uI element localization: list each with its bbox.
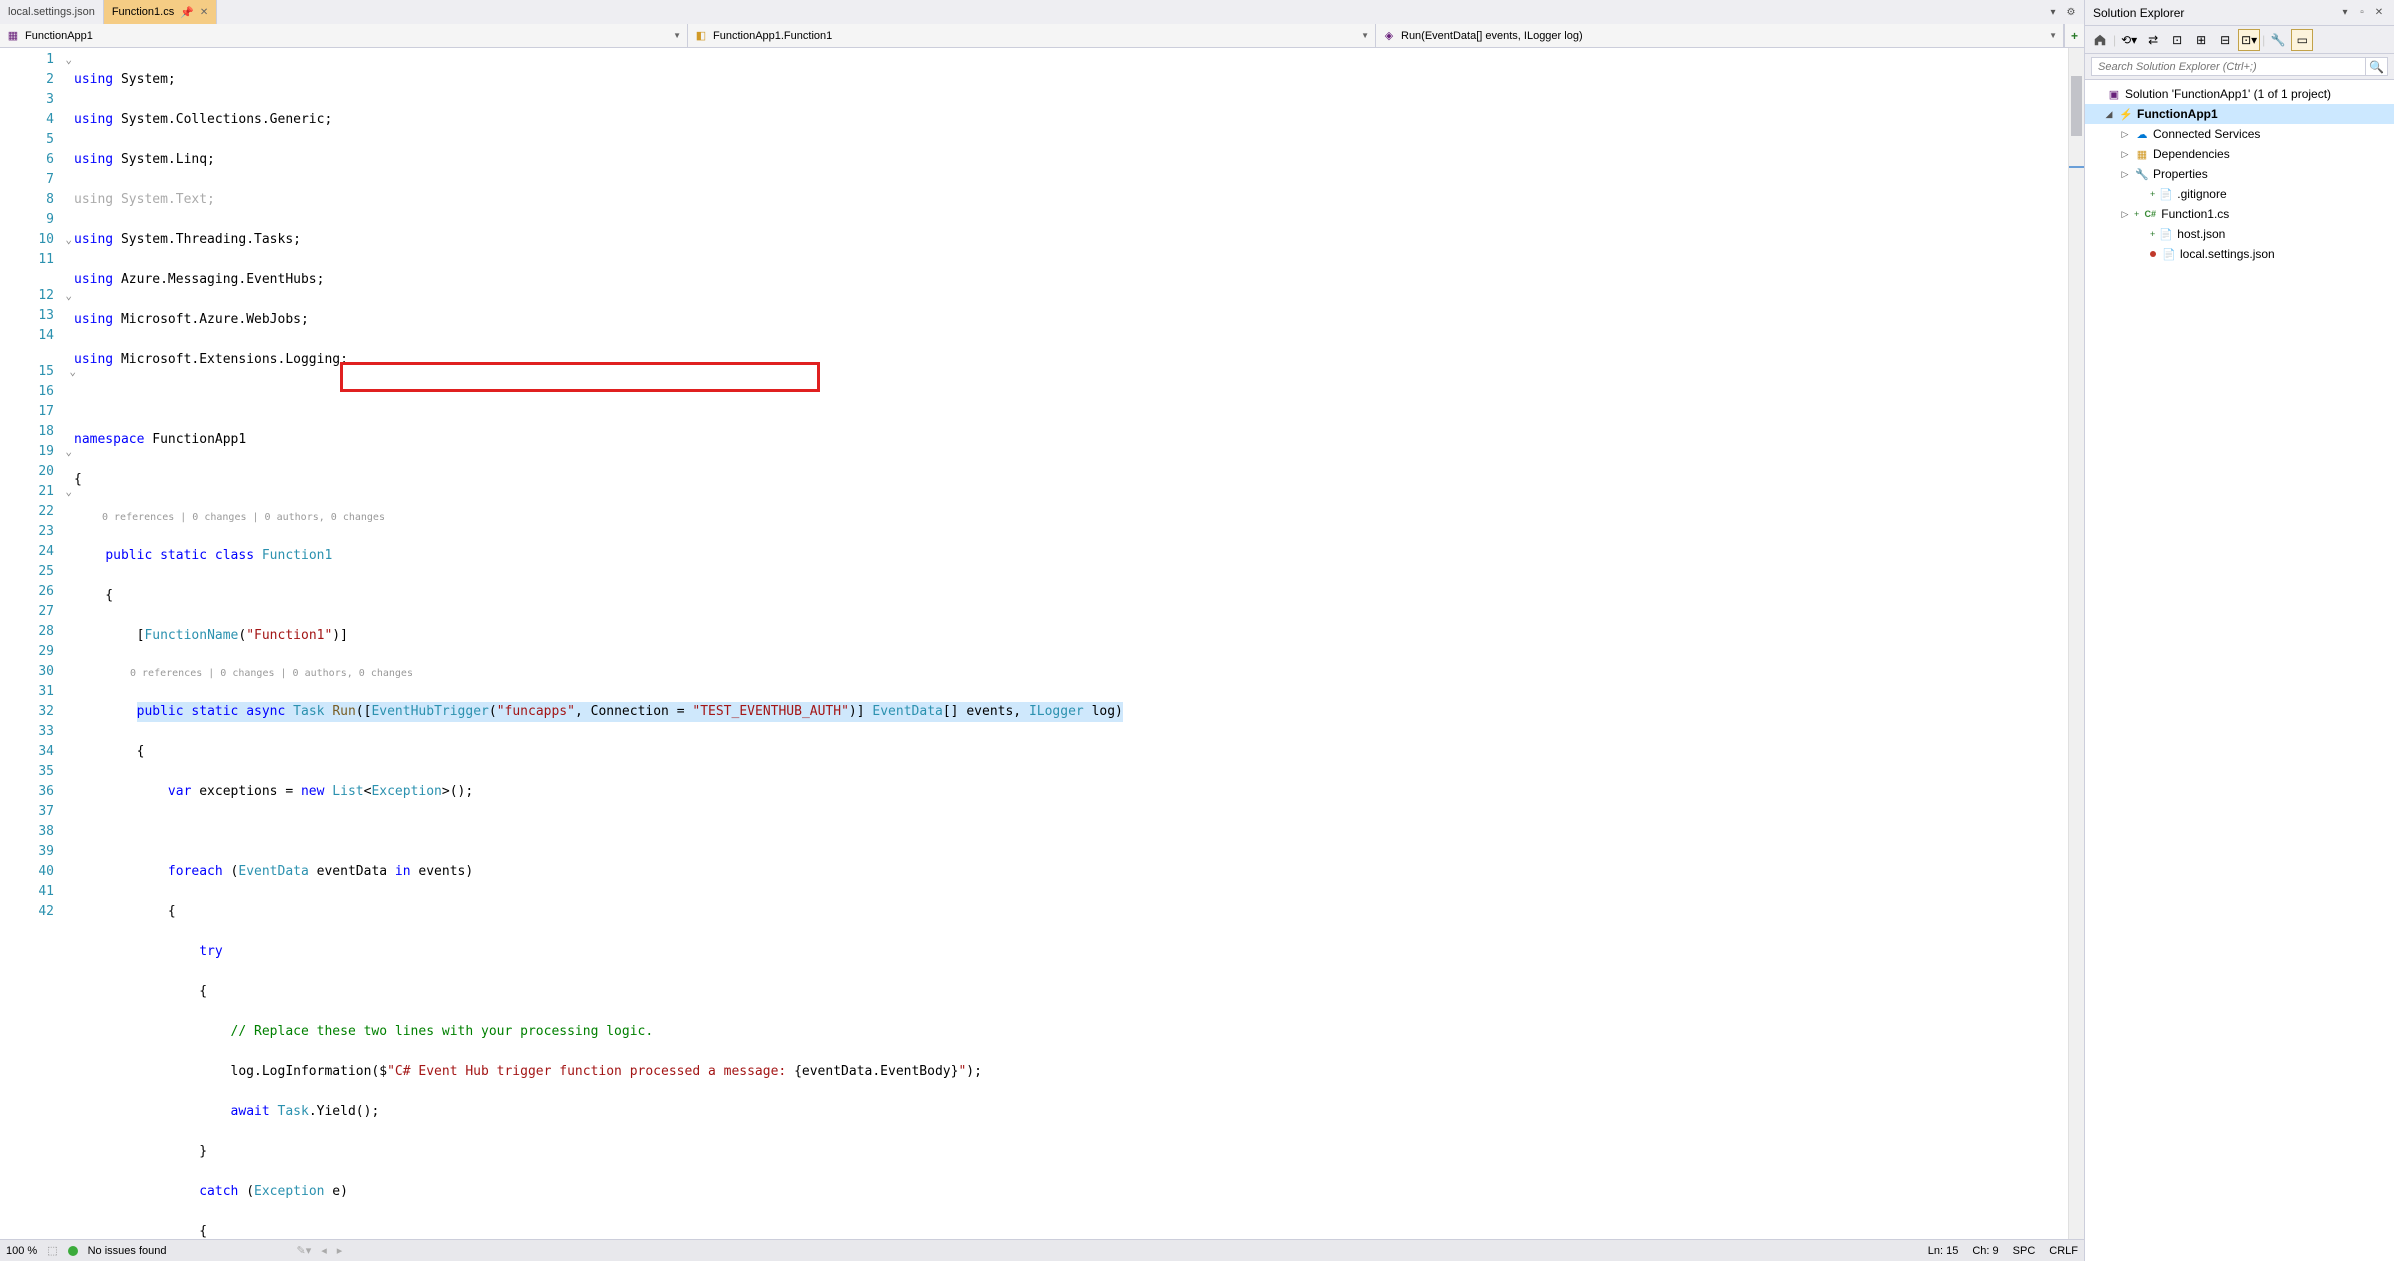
collapse-icon[interactable]: ⊟ <box>2214 29 2236 51</box>
tab-bar: local.settings.json Function1.cs 📌 ✕ ▾ ⚙ <box>0 0 2084 24</box>
chevron-down-icon[interactable]: ▾ <box>2046 5 2060 19</box>
solution-explorer-title-bar[interactable]: Solution Explorer ▾ ▫ ✕ <box>2085 0 2394 26</box>
code-editor[interactable]: 1⌄ 2 3 4 5 6 7 8 9 10⌄ 11 12⌄ 13 14 15⌄ … <box>0 48 2084 1239</box>
csharp-project-icon: ▦ <box>6 29 20 43</box>
status-bar: 100 % ⬚ No issues found ✎▾ ◂ ▸ Ln: 15 Ch… <box>0 1239 2084 1261</box>
lineending-mode[interactable]: CRLF <box>2049 1245 2078 1257</box>
codelens[interactable]: 0 references | 0 changes | 0 authors, 0 … <box>74 666 2068 682</box>
tree-project[interactable]: ◢ ⚡ FunctionApp1 <box>2085 104 2394 124</box>
code-content[interactable]: using System; using System.Collections.G… <box>74 48 2068 1239</box>
cursor-line: Ln: 15 <box>1928 1245 1959 1257</box>
close-icon[interactable]: ✕ <box>2372 6 2386 20</box>
json-file-icon: 📄 <box>2161 246 2177 262</box>
chevron-down-icon: ▼ <box>1361 31 1369 40</box>
chevron-down-icon: ▼ <box>2049 31 2057 40</box>
show-all-icon[interactable]: ⊞ <box>2190 29 2212 51</box>
indent-mode[interactable]: SPC <box>2013 1245 2036 1257</box>
tree-item-connected-services[interactable]: ▷ ☁ Connected Services <box>2085 124 2394 144</box>
breadcrumb-class[interactable]: ◧ FunctionApp1.Function1 ▼ <box>688 24 1376 47</box>
tree-item-function1[interactable]: ▷ + C# Function1.cs <box>2085 204 2394 224</box>
chevron-right-icon[interactable]: ▷ <box>2119 129 2131 140</box>
tree-item-localsettings[interactable]: 📄 local.settings.json <box>2085 244 2394 264</box>
class-icon: ◧ <box>694 29 708 43</box>
solution-icon: ▣ <box>2106 86 2122 102</box>
csharp-file-icon: C# <box>2142 206 2158 222</box>
fold-icon[interactable]: ⌄ <box>60 482 72 502</box>
close-icon[interactable]: ✕ <box>200 7 208 18</box>
method-icon: ◈ <box>1382 29 1396 43</box>
csharp-project-icon: ⚡ <box>2118 106 2134 122</box>
tree-item-dependencies[interactable]: ▷ ▦ Dependencies <box>2085 144 2394 164</box>
toggle-icon[interactable]: ⬚ <box>47 1244 57 1257</box>
chevron-down-icon: ▼ <box>673 31 681 40</box>
chevron-down-icon[interactable]: ▾ <box>2338 6 2352 20</box>
tab-label: local.settings.json <box>8 6 95 18</box>
filter-icon[interactable]: ⊡▾ <box>2238 29 2260 51</box>
home-icon[interactable] <box>2089 29 2111 51</box>
json-file-icon: 📄 <box>2158 226 2174 242</box>
zoom-level[interactable]: 100 % <box>6 1245 37 1257</box>
cursor-char: Ch: 9 <box>1972 1245 1998 1257</box>
wrench-icon[interactable]: 🔧 <box>2267 29 2289 51</box>
breadcrumb-project[interactable]: ▦ FunctionApp1 ▼ <box>0 24 688 47</box>
chevron-right-icon[interactable]: ▷ <box>2119 209 2131 220</box>
fold-icon[interactable]: ⌄ <box>60 230 72 250</box>
search-input[interactable] <box>2091 57 2366 76</box>
switch-views-icon[interactable]: ⟲▾ <box>2118 29 2140 51</box>
brush-icon[interactable]: ✎▾ <box>297 1244 312 1257</box>
solution-toolbar: | ⟲▾ ⇄ ⊡ ⊞ ⊟ ⊡▾ | 🔧 ▭ <box>2085 26 2394 54</box>
breadcrumb-bar: ▦ FunctionApp1 ▼ ◧ FunctionApp1.Function… <box>0 24 2084 48</box>
dependencies-icon: ▦ <box>2134 146 2150 162</box>
scrollbar-thumb[interactable] <box>2071 76 2082 136</box>
panel-title: Solution Explorer <box>2093 6 2184 20</box>
fold-icon[interactable]: ⌄ <box>60 286 72 306</box>
nav-left-icon[interactable]: ◂ <box>321 1244 327 1257</box>
connected-services-icon: ☁ <box>2134 126 2150 142</box>
chevron-right-icon[interactable]: ▷ <box>2119 149 2131 160</box>
pin-icon[interactable]: 📌 <box>180 6 194 19</box>
sync-icon[interactable]: ⊡ <box>2166 29 2188 51</box>
tree-solution-root[interactable]: ▣ Solution 'FunctionApp1' (1 of 1 projec… <box>2085 84 2394 104</box>
solution-explorer: Solution Explorer ▾ ▫ ✕ | ⟲▾ ⇄ ⊡ ⊞ ⊟ ⊡▾ … <box>2084 0 2394 1261</box>
tree-item-hostjson[interactable]: + 📄 host.json <box>2085 224 2394 244</box>
search-icon[interactable]: 🔍 <box>2366 57 2388 76</box>
solution-search: 🔍 <box>2085 54 2394 80</box>
add-button[interactable]: + <box>2064 24 2084 47</box>
folder-wrench-icon: 🔧 <box>2134 166 2150 182</box>
solution-tree[interactable]: ▣ Solution 'FunctionApp1' (1 of 1 projec… <box>2085 80 2394 1261</box>
modified-indicator-icon <box>2150 251 2156 257</box>
nav-right-icon[interactable]: ▸ <box>337 1244 343 1257</box>
chevron-right-icon[interactable]: ▷ <box>2119 169 2131 180</box>
pin-icon[interactable]: ▫ <box>2355 6 2369 20</box>
gear-icon[interactable]: ⚙ <box>2064 5 2078 19</box>
preview-icon[interactable]: ▭ <box>2291 29 2313 51</box>
chevron-down-icon[interactable]: ◢ <box>2103 109 2115 120</box>
tree-item-gitignore[interactable]: + 📄 .gitignore <box>2085 184 2394 204</box>
breadcrumb-method[interactable]: ◈ Run(EventData[] events, ILogger log) ▼ <box>1376 24 2064 47</box>
pending-changes-icon[interactable]: ⇄ <box>2142 29 2164 51</box>
fold-icon[interactable]: ⌄ <box>60 50 72 70</box>
tab-function1[interactable]: Function1.cs 📌 ✕ <box>104 0 217 24</box>
tab-local-settings[interactable]: local.settings.json <box>0 0 104 24</box>
tab-label: Function1.cs <box>112 6 174 18</box>
line-gutter: 1⌄ 2 3 4 5 6 7 8 9 10⌄ 11 12⌄ 13 14 15⌄ … <box>0 48 74 1239</box>
scrollbar-vertical[interactable] <box>2068 48 2084 1239</box>
codelens[interactable]: 0 references | 0 changes | 0 authors, 0 … <box>74 510 2068 526</box>
status-ok-icon <box>68 1246 78 1256</box>
tree-item-properties[interactable]: ▷ 🔧 Properties <box>2085 164 2394 184</box>
fold-icon[interactable]: ⌄ <box>60 442 72 462</box>
file-icon: 📄 <box>2158 186 2174 202</box>
issues-text[interactable]: No issues found <box>88 1245 167 1257</box>
